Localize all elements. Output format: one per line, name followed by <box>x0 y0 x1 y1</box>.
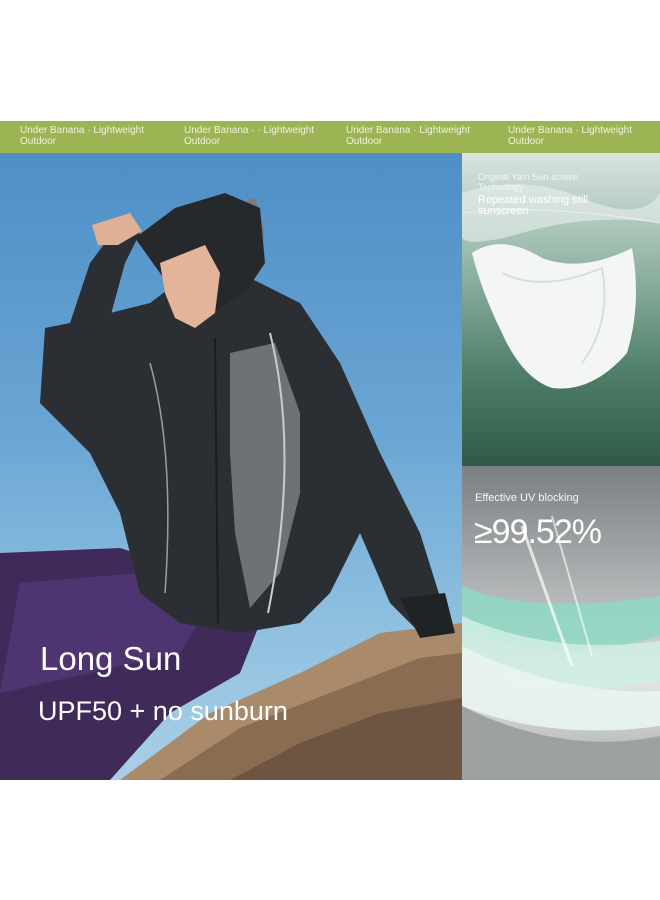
banner-brand: Under Banana · Lightweight <box>508 125 632 136</box>
banner-item: Under Banana · · Lightweight Outdoor <box>184 125 334 147</box>
banner-brand: Under Banana · · Lightweight <box>184 125 315 136</box>
banner-tag: Outdoor <box>508 136 545 147</box>
banner-tag: Outdoor <box>346 136 383 147</box>
tech-headline: Repeated washing still sunscreen <box>478 194 589 217</box>
uv-blocking-value: ≥99.52% <box>474 513 602 551</box>
hero-subtitle: UPF50 + no sunburn <box>38 696 288 726</box>
model-illustration <box>0 193 462 780</box>
tech-caption: Original Yarn Sun-screen Technology <box>478 172 579 192</box>
hero-title: Long Sun <box>40 640 182 677</box>
banner-brand: Under Banana · Lightweight <box>346 125 470 136</box>
banner-item: Under Banana · Lightweight Outdoor <box>346 125 496 147</box>
uv-blocking-label: Effective UV blocking <box>475 492 579 504</box>
banner-tag: Outdoor <box>184 136 221 147</box>
hero-photo <box>0 153 462 780</box>
banner-brand: Under Banana · Lightweight <box>20 125 144 136</box>
top-banner: Under Banana · Lightweight Outdoor Under… <box>0 121 660 153</box>
banner-item: Under Banana · Lightweight Outdoor <box>20 125 170 147</box>
banner-tag: Outdoor <box>20 136 57 147</box>
banner-item: Under Banana · Lightweight Outdoor <box>508 125 658 147</box>
